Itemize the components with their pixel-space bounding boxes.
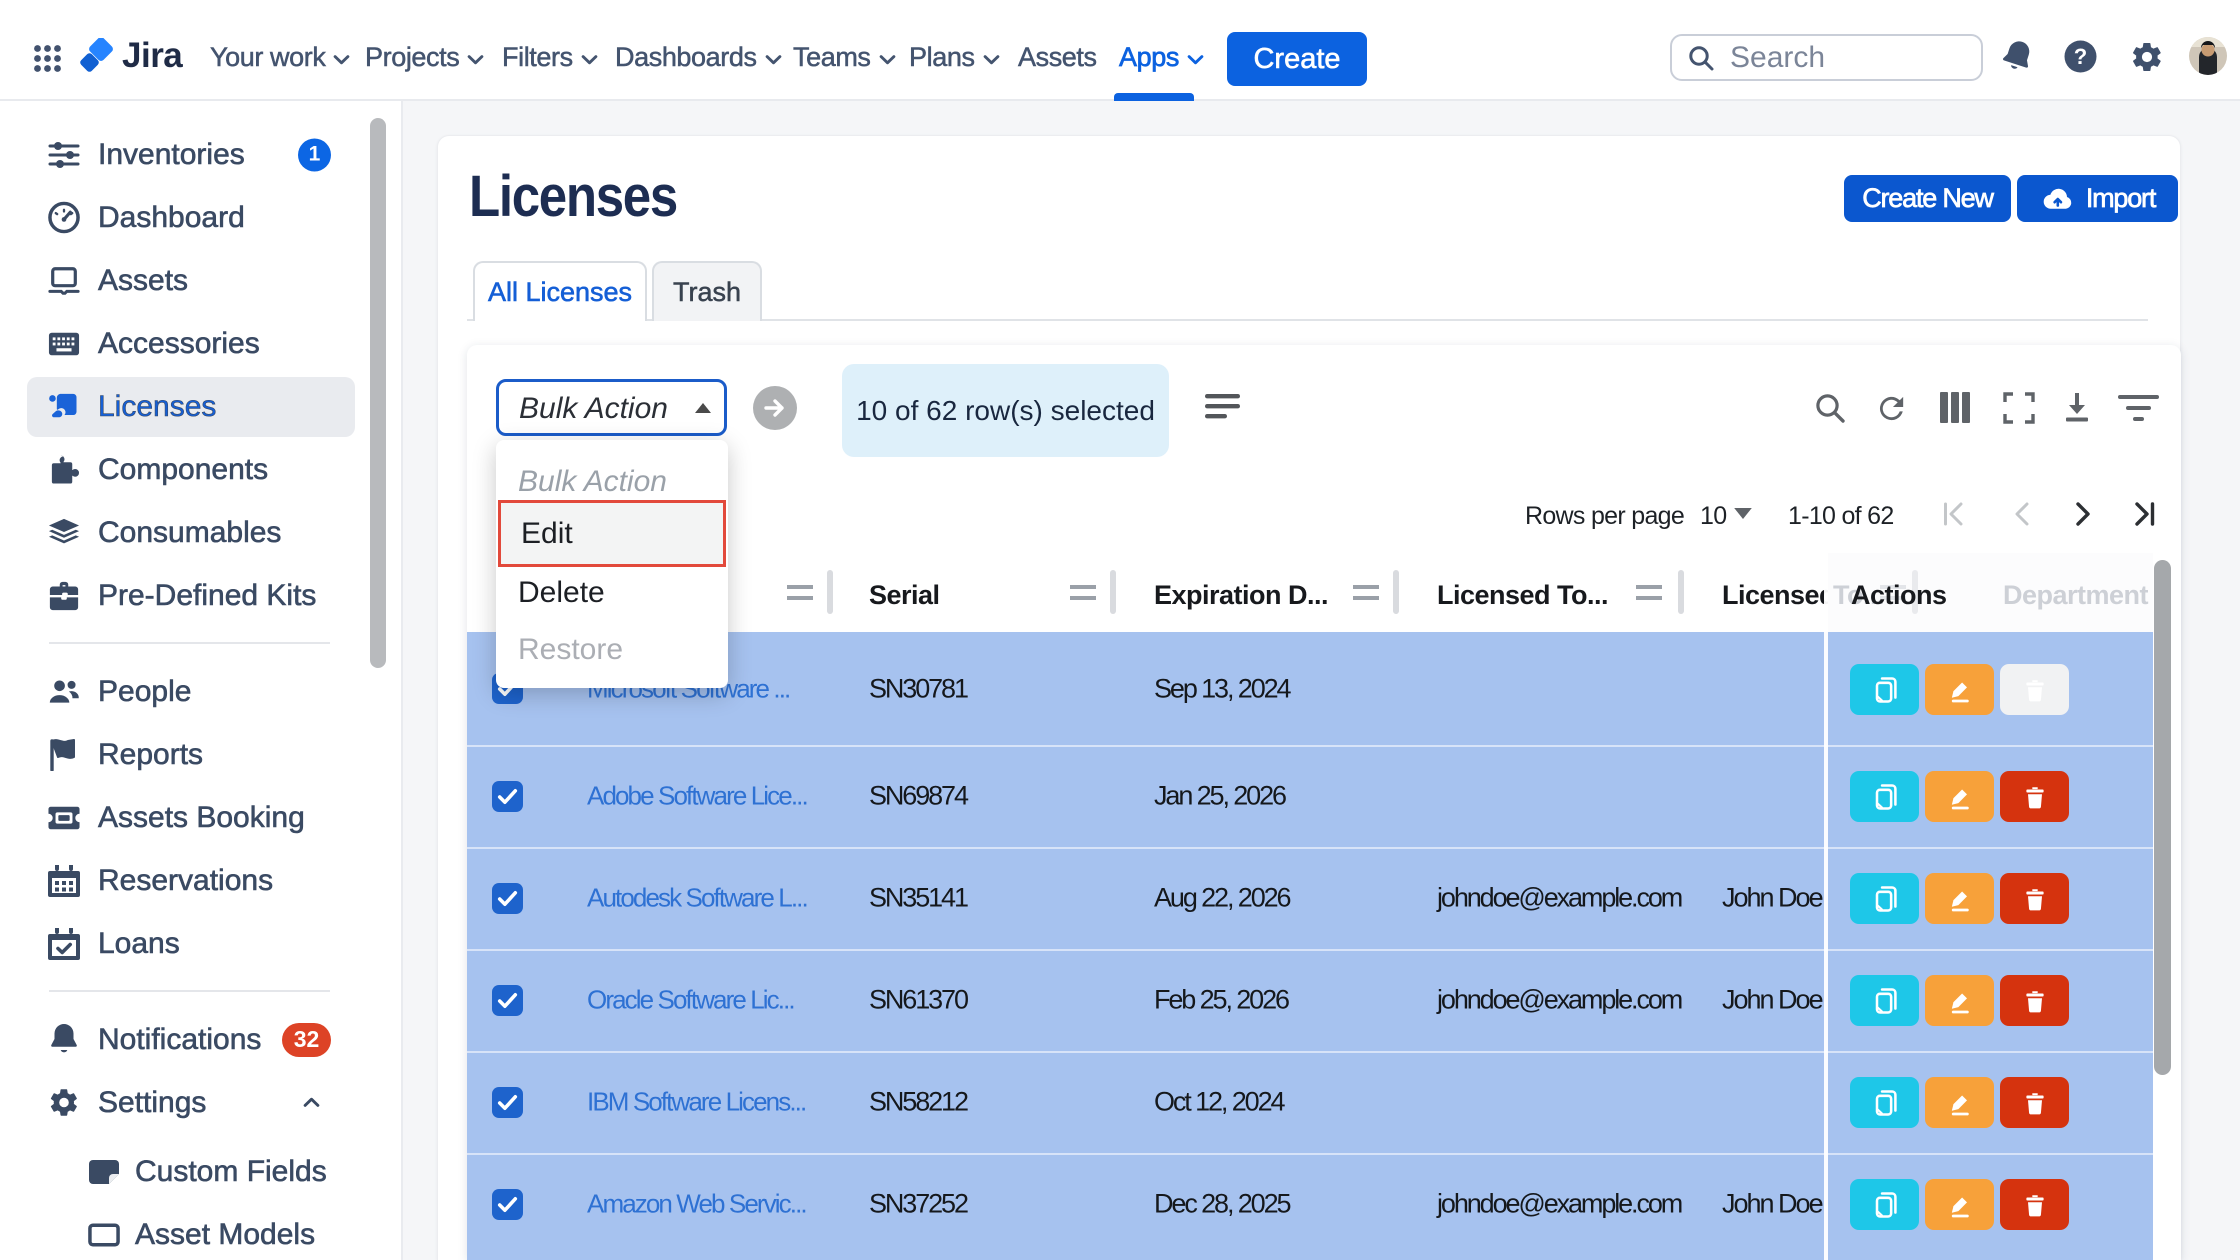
svg-text:?: ? (2074, 44, 2087, 69)
